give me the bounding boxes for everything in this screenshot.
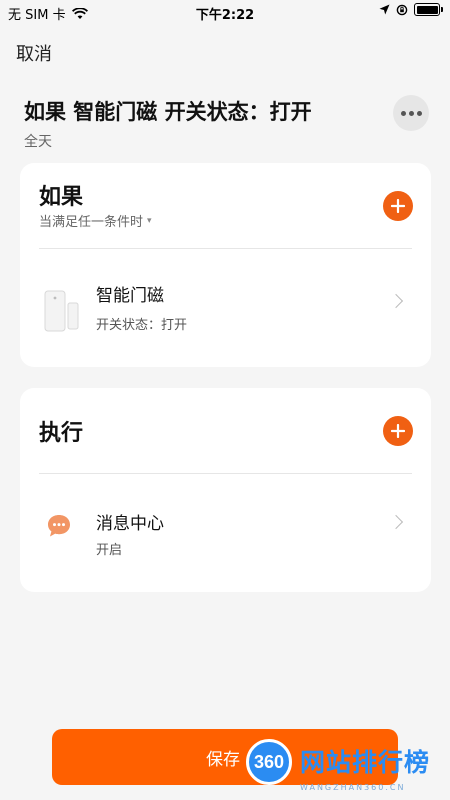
condition-mode-label: 当满足任一条件时 (39, 215, 144, 230)
divider (39, 248, 412, 249)
status-bar: 无 SIM 卡 下午2:22 (0, 0, 450, 24)
more-options-button[interactable] (393, 95, 429, 131)
condition-card-title: 如果 (39, 185, 84, 210)
condition-device-state: 开关状态：打开 (96, 318, 188, 333)
more-dot-icon (408, 110, 414, 116)
save-button-label: 保存 (206, 749, 240, 770)
action-item[interactable]: 消息中心 开启 (20, 483, 431, 583)
cancel-button[interactable]: 取消 (16, 40, 52, 66)
add-condition-button[interactable] (383, 191, 413, 221)
action-target-name: 消息中心 (96, 514, 164, 534)
time-range-label[interactable]: 全天 (24, 131, 52, 151)
condition-card: 如果 当满足任一条件时 ▾ 智能门磁 开关状态：打开 (20, 163, 431, 367)
action-card-title: 执行 (39, 421, 84, 446)
door-sensor-icon (44, 290, 79, 332)
page-title: 如果 智能门磁 开关状态：打开 (24, 100, 312, 124)
plus-icon (391, 199, 405, 213)
chevron-down-icon: ▾ (147, 215, 152, 226)
watermark-subtext: WANGZHAN360.CN (300, 783, 406, 792)
watermark-badge: 360 (246, 739, 292, 785)
condition-item[interactable]: 智能门磁 开关状态：打开 (20, 253, 431, 353)
status-right (379, 3, 443, 16)
chevron-right-icon (388, 293, 404, 309)
plus-icon (391, 424, 405, 438)
action-target-state: 开启 (96, 543, 123, 558)
condition-mode-selector[interactable]: 当满足任一条件时 ▾ (39, 211, 152, 230)
action-card: 执行 消息中心 开启 (20, 388, 431, 592)
condition-device-name: 智能门磁 (96, 286, 164, 306)
add-action-button[interactable] (383, 416, 413, 446)
location-arrow-icon (379, 4, 390, 15)
watermark: 360 网站排行榜 WANGZHAN360.CN (244, 737, 450, 799)
divider (39, 473, 412, 474)
rotation-lock-icon (396, 4, 408, 15)
more-dot-icon (416, 110, 422, 116)
message-icon (48, 515, 70, 537)
watermark-text: 网站排行榜 (300, 748, 431, 777)
chevron-right-icon (388, 514, 404, 530)
more-dot-icon (400, 110, 406, 116)
battery-icon (414, 3, 443, 16)
